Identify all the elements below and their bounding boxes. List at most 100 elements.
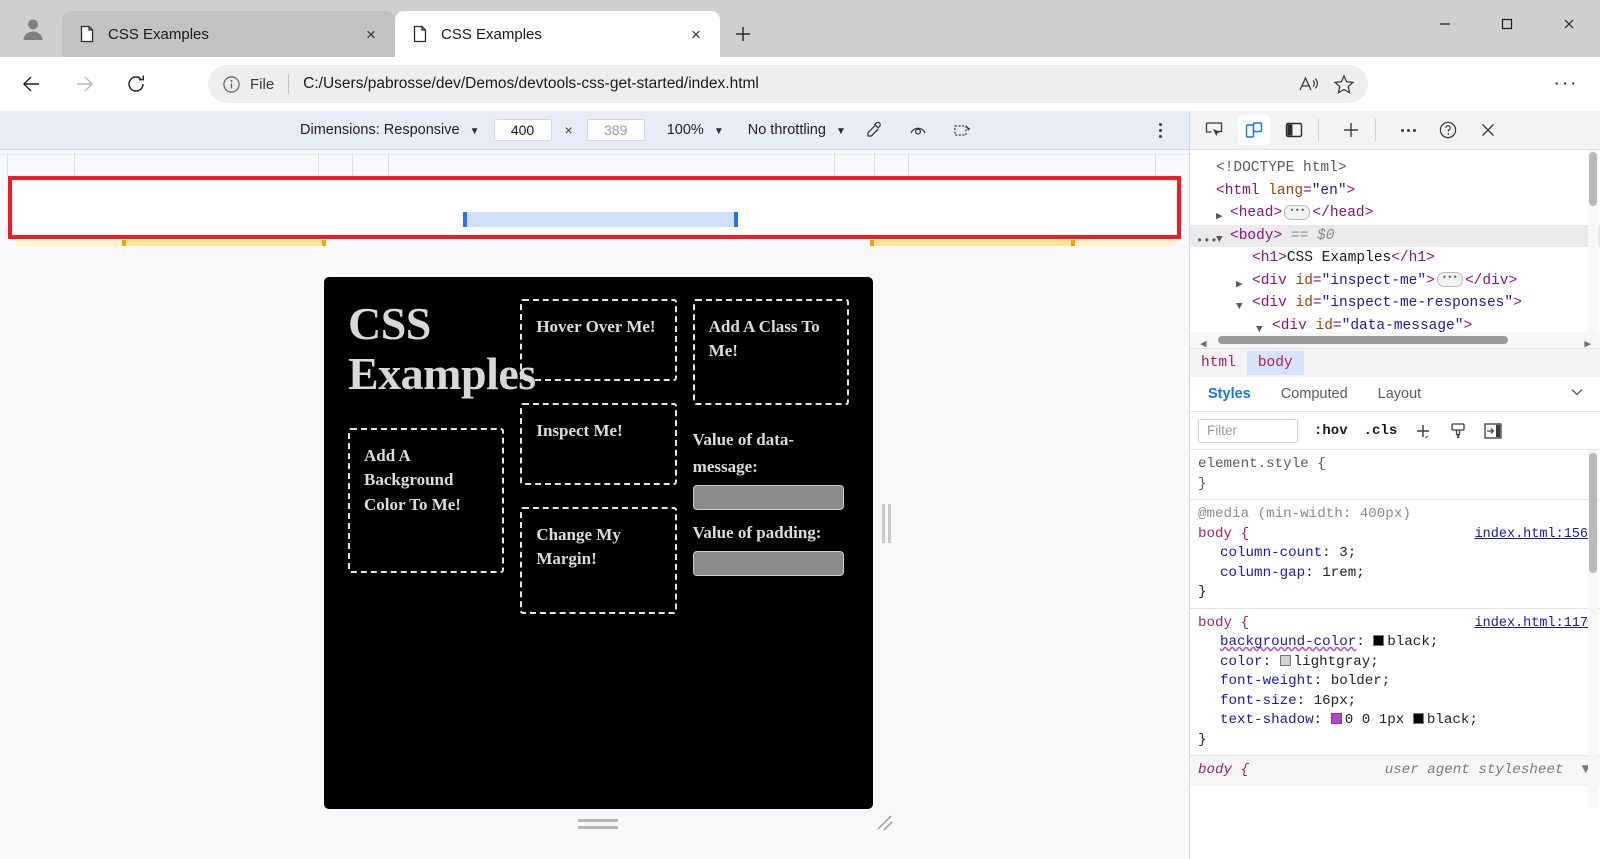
viewport-width-resize-handle[interactable] bbox=[881, 504, 891, 543]
declaration-value[interactable]: 0 0 1px bbox=[1345, 712, 1405, 728]
collapsed-children-icon[interactable]: ••• bbox=[1436, 272, 1463, 288]
add-a-class-box[interactable]: Add A Class To Me! bbox=[692, 299, 849, 406]
scroll-left-arrow-icon[interactable]: ◀ bbox=[1200, 334, 1207, 348]
rule-selector[interactable]: body { bbox=[1198, 526, 1249, 542]
viewport-bar-handle-left[interactable] bbox=[463, 212, 467, 227]
element-style-rule[interactable]: element.style { } bbox=[1190, 450, 1600, 500]
declaration-property[interactable]: color bbox=[1220, 654, 1263, 670]
read-aloud-button[interactable] bbox=[1290, 68, 1326, 100]
hov-button[interactable]: :hov bbox=[1314, 423, 1348, 439]
viewport-bar-handle-right[interactable] bbox=[734, 212, 738, 227]
back-button[interactable] bbox=[12, 64, 52, 104]
add-panel-button[interactable] bbox=[1335, 115, 1367, 145]
declaration-value[interactable]: 1rem; bbox=[1322, 565, 1365, 581]
profile-avatar[interactable] bbox=[14, 10, 52, 48]
close-devtools-button[interactable] bbox=[1472, 115, 1504, 145]
viewport-corner-resize-handle[interactable] bbox=[873, 811, 895, 833]
dom-breadcrumb[interactable]: html body bbox=[1190, 348, 1600, 377]
tab-close-button[interactable]: × bbox=[357, 20, 385, 48]
dom-line-h1[interactable]: <h1>CSS Examples</h1> bbox=[1190, 247, 1600, 270]
devtools-more-button[interactable] bbox=[1392, 115, 1424, 145]
viewport-height-resize-handle[interactable] bbox=[578, 819, 618, 833]
media-query-ruler[interactable] bbox=[0, 150, 1189, 176]
width-input[interactable]: 400 bbox=[493, 119, 552, 141]
dom-line-body[interactable]: ••• ▼ <body> == $0 bbox=[1190, 224, 1600, 248]
color-swatch[interactable] bbox=[1412, 713, 1424, 724]
dock-side-button[interactable] bbox=[1278, 115, 1310, 145]
declaration-value[interactable]: black; bbox=[1387, 634, 1438, 650]
styles-filter-input[interactable]: Filter bbox=[1198, 418, 1298, 443]
new-tab-button[interactable] bbox=[726, 17, 760, 51]
device-toolbar-button[interactable] bbox=[1238, 115, 1270, 145]
breadcrumb-item-body[interactable]: body bbox=[1246, 351, 1304, 375]
browser-settings-button[interactable]: ··· bbox=[1546, 65, 1586, 103]
tab-styles[interactable]: Styles bbox=[1196, 381, 1263, 407]
declaration-property[interactable]: background-color bbox=[1220, 634, 1356, 650]
more-tabs-chevron-icon[interactable] bbox=[1568, 383, 1586, 406]
declaration-value-extra[interactable]: black; bbox=[1427, 712, 1478, 728]
declaration-property[interactable]: text-shadow bbox=[1220, 712, 1314, 728]
inspect-me-box[interactable]: Inspect Me! bbox=[520, 403, 677, 486]
media-body-rule[interactable]: @media (min-width: 400px) body { index.h… bbox=[1190, 500, 1600, 609]
dom-horizontal-scrollbar[interactable]: ◀ ▶ bbox=[1190, 332, 1600, 348]
dom-line-html[interactable]: <html lang="en"> bbox=[1190, 180, 1600, 203]
devtools-help-button[interactable] bbox=[1432, 115, 1464, 145]
declaration-value[interactable]: 16px; bbox=[1314, 693, 1357, 709]
rule-selector[interactable]: body { bbox=[1198, 761, 1249, 781]
viewport-width-bar[interactable] bbox=[463, 212, 738, 227]
address-bar[interactable]: File C:/Users/pabrosse/dev/Demos/devtool… bbox=[208, 65, 1368, 103]
shadow-swatch[interactable] bbox=[1330, 713, 1342, 724]
declaration-value[interactable]: 3; bbox=[1339, 545, 1356, 561]
body-rule[interactable]: body { index.html:117 background-color: … bbox=[1190, 609, 1600, 756]
color-swatch[interactable] bbox=[1279, 654, 1291, 666]
dom-line-doctype[interactable]: <!DOCTYPE html> bbox=[1190, 157, 1600, 180]
tab-layout[interactable]: Layout bbox=[1366, 381, 1434, 407]
dom-scroll-thumb[interactable] bbox=[1589, 152, 1597, 206]
change-my-margin-box[interactable]: Change My Margin! bbox=[520, 507, 677, 614]
rotate-button[interactable] bbox=[946, 116, 978, 144]
element-classes-button[interactable] bbox=[1449, 421, 1467, 441]
device-more-options-button[interactable] bbox=[1147, 116, 1173, 144]
user-agent-rule[interactable]: body { user agent stylesheet ▼ bbox=[1190, 756, 1600, 786]
dimensions-dropdown[interactable]: Dimensions: Responsive ▼ bbox=[300, 122, 480, 138]
collapsed-children-icon[interactable]: ••• bbox=[1284, 204, 1311, 220]
declaration-value[interactable]: lightgray; bbox=[1294, 654, 1379, 670]
dom-line-head[interactable]: ▶ <head> ••• </head> bbox=[1190, 202, 1600, 225]
declaration-property[interactable]: column-count bbox=[1220, 545, 1322, 561]
breadcrumb-item-html[interactable]: html bbox=[1190, 351, 1247, 375]
throttling-dropdown[interactable]: No throttling ▼ bbox=[748, 122, 846, 138]
styles-scroll-thumb[interactable] bbox=[1589, 453, 1597, 573]
dom-tree[interactable]: <!DOCTYPE html> <html lang="en"> ▶ <head… bbox=[1190, 150, 1600, 348]
computed-sidebar-button[interactable] bbox=[1483, 422, 1503, 440]
site-info-icon[interactable] bbox=[222, 75, 241, 94]
rule-selector[interactable]: body { bbox=[1198, 615, 1249, 631]
url-text[interactable]: C:/Users/pabrosse/dev/Demos/devtools-css… bbox=[303, 75, 759, 93]
dom-line-responses[interactable]: ▼ <div id="inspect-me-responses"> bbox=[1190, 292, 1600, 315]
dom-line-inspect-me[interactable]: ▶ <div id="inspect-me"> ••• </div> bbox=[1190, 270, 1600, 293]
styles-rules-list[interactable]: element.style { } @media (min-width: 400… bbox=[1190, 450, 1600, 808]
reload-button[interactable] bbox=[116, 64, 156, 104]
minimize-button[interactable] bbox=[1414, 0, 1476, 48]
close-window-button[interactable] bbox=[1538, 0, 1600, 48]
tab-computed[interactable]: Computed bbox=[1269, 381, 1360, 407]
zoom-dropdown[interactable]: 100% ▼ bbox=[667, 122, 724, 138]
favorite-button[interactable] bbox=[1326, 68, 1362, 100]
dom-hscroll-thumb[interactable] bbox=[1218, 336, 1508, 344]
declaration-property[interactable]: font-weight bbox=[1220, 673, 1314, 689]
browser-tab-2[interactable]: CSS Examples × bbox=[395, 11, 720, 57]
declaration-value[interactable]: bolder; bbox=[1331, 673, 1391, 689]
scroll-right-arrow-icon[interactable]: ▶ bbox=[1584, 334, 1591, 348]
styles-vertical-scrollbar[interactable] bbox=[1588, 450, 1598, 808]
add-background-color-box[interactable]: Add A Background Color To Me! bbox=[348, 428, 505, 573]
rule-source-link[interactable]: index.html:117 bbox=[1475, 614, 1588, 634]
inspect-element-button[interactable] bbox=[1198, 115, 1230, 145]
show-media-queries-button[interactable] bbox=[902, 116, 934, 144]
tab-close-button[interactable]: × bbox=[682, 20, 710, 48]
browser-tab-1[interactable]: CSS Examples × bbox=[62, 11, 395, 57]
declaration-property[interactable]: font-size bbox=[1220, 693, 1297, 709]
forward-button[interactable] bbox=[64, 64, 104, 104]
hover-over-me-box[interactable]: Hover Over Me! bbox=[520, 299, 677, 382]
dom-vertical-scrollbar[interactable] bbox=[1588, 150, 1598, 332]
rule-source-link[interactable]: index.html:156 bbox=[1475, 525, 1588, 545]
rendered-page[interactable]: CSS Examples Add A Background Color To M… bbox=[324, 277, 873, 809]
